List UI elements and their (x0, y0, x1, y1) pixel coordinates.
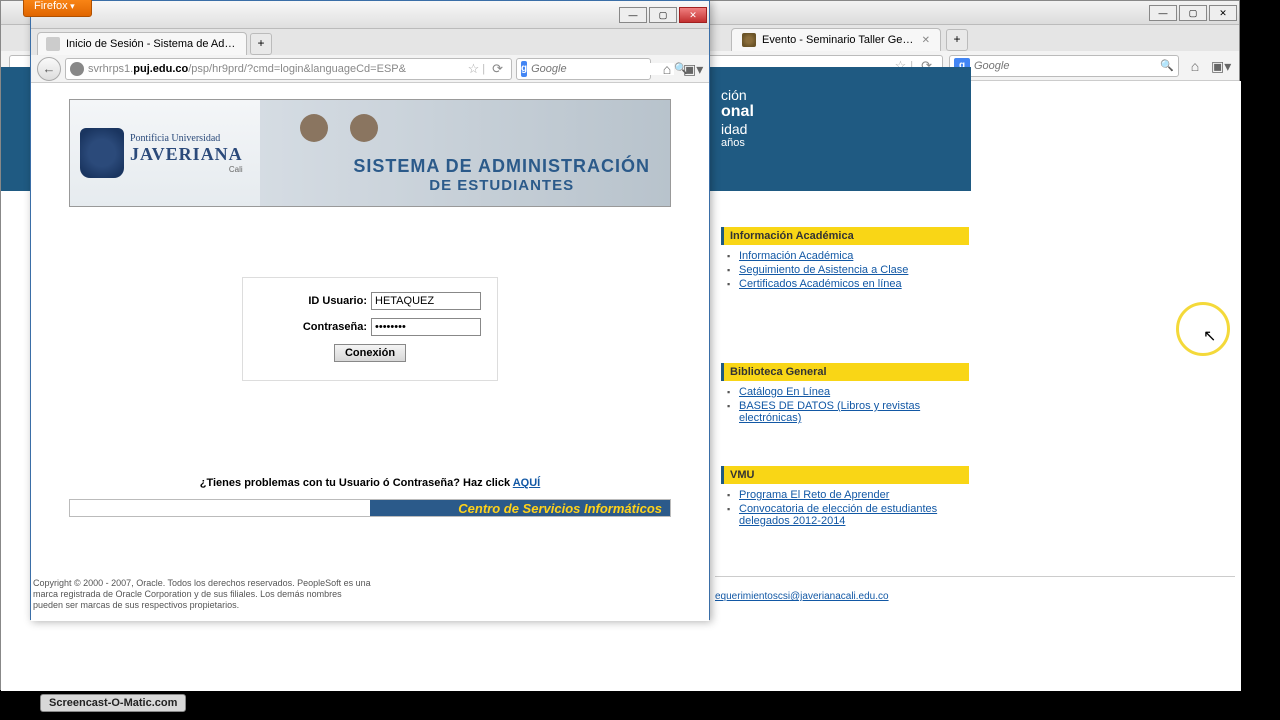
logo-line: Pontificia Universidad (130, 133, 243, 144)
maximize-button[interactable]: ▢ (649, 7, 677, 23)
url-host: puj.edu.co (133, 63, 188, 75)
front-tabstrip: Inicio de Sesión - Sistema de Administra… (31, 29, 709, 55)
system-title-line: DE ESTUDIANTES (353, 177, 650, 194)
footer-divider (715, 576, 1235, 577)
banner-line: onal (721, 103, 971, 121)
front-url-bar[interactable]: svrhrps1.puj.edu.co/psp/hr9prd/?cmd=logi… (65, 58, 512, 80)
login-banner: Pontificia Universidad JAVERIANA Cali SI… (69, 99, 671, 207)
url-path: /psp/hr9prd/?cmd=login&languageCd=ESP& (188, 63, 406, 75)
bookmarks-menu-icon[interactable]: ▣▾ (683, 59, 703, 79)
bookmark-star-icon[interactable]: ☆ (468, 61, 480, 77)
close-button[interactable]: ✕ (679, 7, 707, 23)
system-title: SISTEMA DE ADMINISTRACIÓN DE ESTUDIANTES (353, 156, 650, 194)
globe-icon (70, 62, 84, 76)
password-input[interactable] (371, 318, 481, 336)
crest-icon (80, 128, 124, 178)
banner-line: ción (721, 87, 971, 103)
home-icon[interactable]: ⌂ (1185, 56, 1205, 76)
footer-email-link[interactable]: equerimientoscsi@javerianacali.edu.co (715, 591, 889, 602)
minimize-button[interactable]: — (619, 7, 647, 23)
link-reto-aprender[interactable]: Programa El Reto de Aprender (725, 488, 969, 502)
link-seguimiento[interactable]: Seguimiento de Asistencia a Clase (725, 263, 969, 277)
close-button[interactable]: ✕ (1209, 5, 1237, 21)
tab-close-icon[interactable]: ✕ (922, 35, 930, 46)
login-button[interactable]: Conexión (334, 344, 406, 362)
bookmarks-menu-icon[interactable]: ▣▾ (1211, 56, 1231, 76)
help-text: ¿Tienes problemas con tu Usuario ó Contr… (31, 477, 709, 489)
tab-label: Inicio de Sesión - Sistema de Administra… (66, 38, 238, 50)
link-certificados[interactable]: Certificados Académicos en línea (725, 277, 969, 291)
banner-line: años (721, 137, 971, 149)
front-search-box[interactable]: g 🔍 (516, 58, 651, 80)
minimize-button[interactable]: — (1149, 5, 1177, 21)
favicon-icon (46, 37, 60, 51)
section-header: Biblioteca General (721, 363, 969, 381)
rear-search-box[interactable]: g 🔍 (949, 55, 1179, 77)
banner-line: idad (721, 121, 971, 137)
front-titlebar: — ▢ ✕ (31, 1, 709, 29)
tab-login[interactable]: Inicio de Sesión - Sistema de Administra… (37, 32, 247, 55)
section-header: Información Académica (721, 227, 969, 245)
user-label: ID Usuario: (253, 295, 371, 307)
front-search-input[interactable] (531, 63, 674, 75)
screencast-watermark: Screencast-O-Matic.com (40, 694, 186, 712)
csi-bar: Centro de Servicios Informáticos (69, 499, 671, 517)
copyright-text: Copyright © 2000 - 2007, Oracle. Todos l… (33, 578, 373, 611)
logo-line: Cali (130, 165, 243, 174)
logo-line: JAVERIANA (130, 144, 243, 165)
tab-label: Evento - Seminario Taller Gestión de ... (762, 34, 916, 46)
tab-evento[interactable]: Evento - Seminario Taller Gestión de ...… (731, 28, 941, 51)
section-info-academica: Información Académica Información Académ… (721, 227, 969, 299)
link-bases-datos[interactable]: BASES DE DATOS (Libros y revistas electr… (725, 399, 969, 425)
firefox-menu-button[interactable]: Firefox (23, 0, 92, 17)
search-icon[interactable]: 🔍 (1160, 59, 1174, 72)
user-input[interactable] (371, 292, 481, 310)
section-vmu: VMU Programa El Reto de Aprender Convoca… (721, 466, 969, 536)
front-browser-window: Firefox — ▢ ✕ Inicio de Sesión - Sistema… (30, 0, 710, 620)
login-form: ID Usuario: Contraseña: Conexión (242, 277, 498, 381)
help-link[interactable]: AQUÍ (513, 477, 541, 489)
link-info-academica[interactable]: Información Académica (725, 249, 969, 263)
system-title-line: SISTEMA DE ADMINISTRACIÓN (353, 156, 650, 177)
password-label: Contraseña: (253, 321, 371, 333)
link-catalogo[interactable]: Catálogo En Línea (725, 385, 969, 399)
front-page-content: Pontificia Universidad JAVERIANA Cali SI… (31, 83, 709, 621)
rear-search-input[interactable] (974, 60, 1160, 72)
reload-icon[interactable]: ⟳ (492, 61, 503, 77)
home-icon[interactable]: ⌂ (657, 59, 677, 79)
maximize-button[interactable]: ▢ (1179, 5, 1207, 21)
front-toolbar: ← svrhrps1.puj.edu.co/psp/hr9prd/?cmd=lo… (31, 55, 709, 83)
section-biblioteca: Biblioteca General Catálogo En Línea BAS… (721, 363, 969, 433)
help-prefix: ¿Tienes problemas con tu Usuario ó Contr… (200, 477, 513, 489)
university-logo: Pontificia Universidad JAVERIANA Cali (70, 128, 260, 178)
section-header: VMU (721, 466, 969, 484)
back-button[interactable]: ← (37, 57, 61, 81)
favicon-icon (742, 33, 756, 47)
new-tab-button[interactable]: + (250, 33, 272, 55)
url-prefix: svrhrps1. (88, 63, 133, 75)
google-icon: g (521, 61, 527, 77)
new-tab-button[interactable]: + (946, 29, 968, 51)
link-convocatoria[interactable]: Convocatoria de elección de estudiantes … (725, 502, 969, 528)
